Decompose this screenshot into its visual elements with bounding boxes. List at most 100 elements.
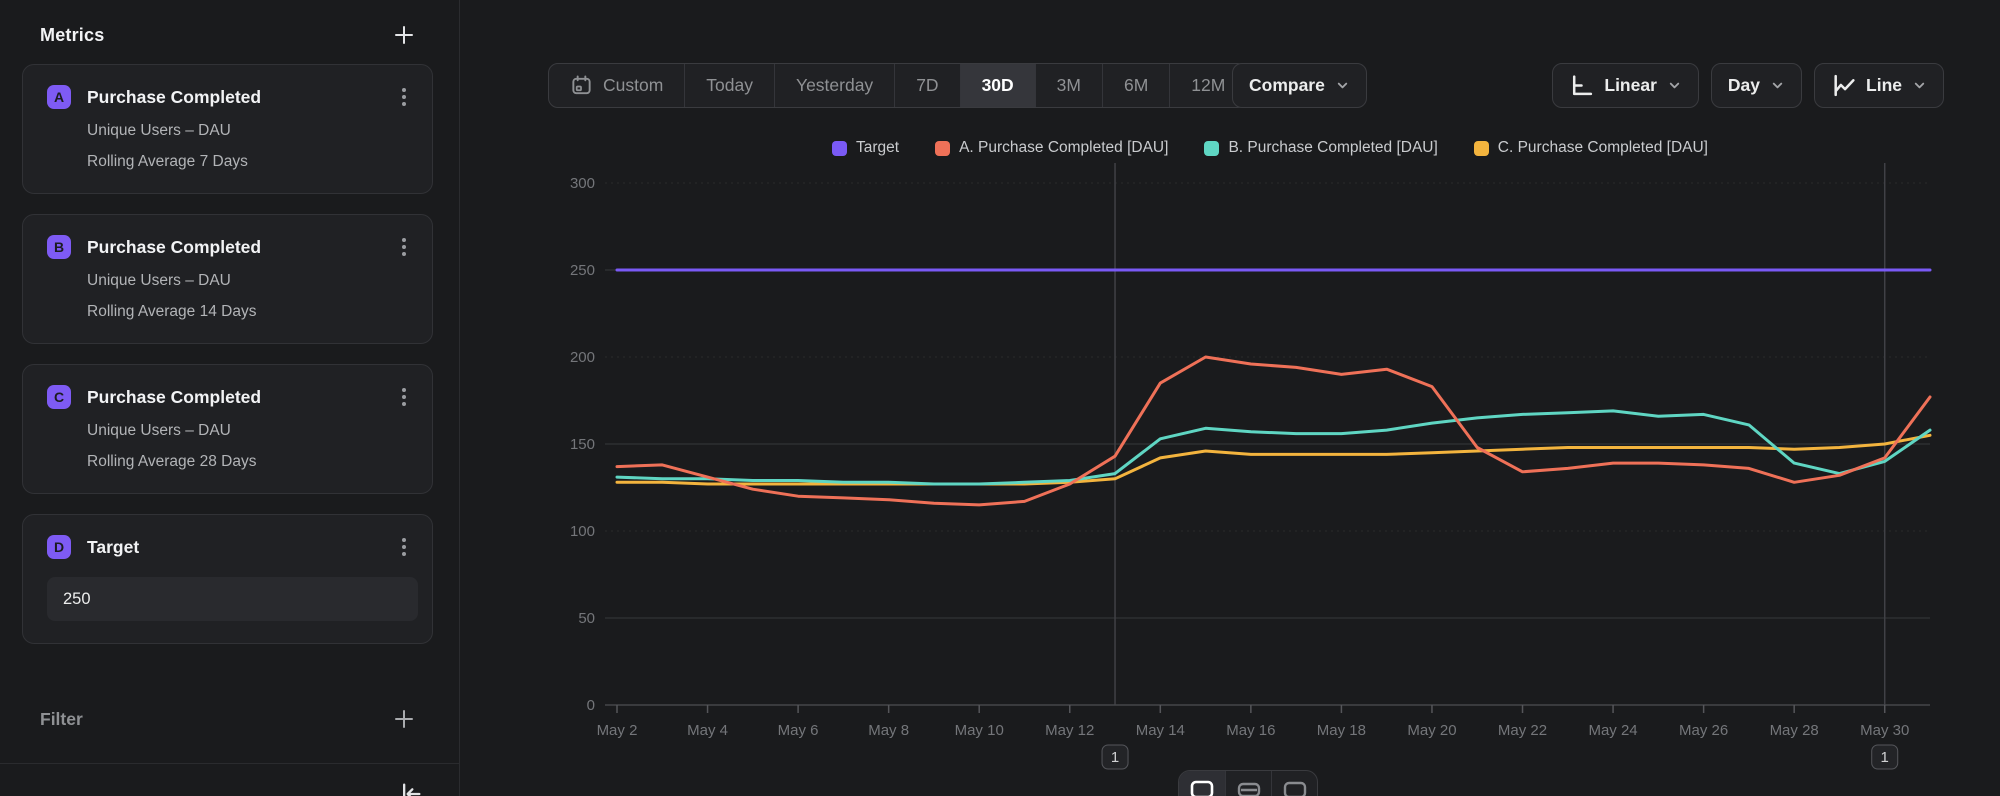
x-axis-label: May 30 — [1860, 722, 1909, 739]
metric-menu-button[interactable] — [396, 236, 412, 258]
scale-select-button[interactable]: Linear — [1552, 63, 1699, 108]
split-panel-icon — [1237, 780, 1261, 796]
metric-card-b[interactable]: B Purchase Completed Unique Users – DAU … — [22, 214, 433, 344]
chart-type-label: Line — [1866, 75, 1902, 96]
target-value-input[interactable] — [47, 577, 418, 621]
compare-button[interactable]: Compare — [1232, 63, 1367, 108]
range-label: 30D — [982, 75, 1014, 96]
x-axis-label: May 4 — [687, 722, 728, 739]
chevron-down-icon — [1912, 78, 1927, 93]
range-30d[interactable]: 30D — [960, 64, 1035, 107]
metric-menu-button[interactable] — [396, 386, 412, 408]
kebab-menu-icon — [396, 536, 412, 558]
range-label: 12M — [1191, 75, 1225, 96]
view-layout-toggles — [1178, 770, 1318, 796]
series-line-c[interactable] — [617, 435, 1930, 484]
kebab-menu-icon — [396, 236, 412, 258]
x-axis-label: May 6 — [778, 722, 819, 739]
view-table-only-button[interactable] — [1271, 771, 1317, 796]
chevron-down-icon — [1667, 78, 1682, 93]
compare-label: Compare — [1249, 75, 1325, 96]
x-axis-label: May 26 — [1679, 722, 1728, 739]
x-axis-label: May 2 — [597, 722, 638, 739]
x-axis-label: May 16 — [1226, 722, 1275, 739]
range-label: 6M — [1124, 75, 1148, 96]
y-axis-label: 150 — [570, 436, 595, 453]
range-7d[interactable]: 7D — [894, 64, 959, 107]
y-axis-label: 100 — [570, 523, 595, 540]
metric-measure: Unique Users – DAU — [87, 272, 412, 290]
metric-measure: Unique Users – DAU — [87, 422, 412, 440]
metrics-title: Metrics — [40, 25, 104, 46]
target-title: Target — [87, 537, 396, 558]
metric-transform: Rolling Average 28 Days — [87, 453, 412, 471]
metrics-sidebar: Metrics A Purchase Completed Unique User… — [0, 0, 460, 796]
y-axis-label: 250 — [570, 262, 595, 279]
collapse-sidebar-icon — [396, 780, 424, 796]
range-yesterday[interactable]: Yesterday — [774, 64, 894, 107]
filter-title: Filter — [40, 709, 83, 730]
metrics-line-chart: 05010015020025030011May 2May 4May 6May 8… — [540, 130, 2000, 796]
x-axis-label: May 28 — [1770, 722, 1819, 739]
range-3m[interactable]: 3M — [1035, 64, 1102, 107]
range-label: 7D — [916, 75, 938, 96]
add-filter-button[interactable] — [393, 708, 415, 730]
plus-icon — [393, 708, 415, 730]
metric-title: Purchase Completed — [87, 87, 396, 108]
range-custom[interactable]: Custom — [549, 64, 684, 107]
interval-select-button[interactable]: Day — [1711, 63, 1802, 108]
metric-measure: Unique Users – DAU — [87, 122, 412, 140]
plus-icon — [393, 24, 415, 46]
scale-label: Linear — [1604, 75, 1657, 96]
kebab-menu-icon — [396, 386, 412, 408]
x-axis-label: May 10 — [955, 722, 1004, 739]
metric-menu-button[interactable] — [396, 86, 412, 108]
metrics-header: Metrics — [0, 0, 459, 64]
metric-card-c[interactable]: C Purchase Completed Unique Users – DAU … — [22, 364, 433, 494]
view-chart-only-button[interactable] — [1179, 771, 1225, 796]
sidebar-divider — [0, 763, 459, 764]
interval-label: Day — [1728, 75, 1760, 96]
range-today[interactable]: Today — [684, 64, 774, 107]
chevron-down-icon — [1770, 78, 1785, 93]
chevron-down-icon — [1335, 78, 1350, 93]
metric-transform: Rolling Average 14 Days — [87, 303, 412, 321]
x-axis-label: May 24 — [1588, 722, 1637, 739]
chart-panel-icon — [1190, 780, 1214, 796]
target-card[interactable]: D Target — [22, 514, 433, 644]
calendar-icon — [570, 74, 593, 97]
x-axis-label: May 20 — [1407, 722, 1456, 739]
linear-scale-icon — [1569, 73, 1594, 98]
y-axis-label: 50 — [578, 610, 595, 627]
view-split-button[interactable] — [1225, 771, 1271, 796]
table-panel-icon — [1283, 780, 1307, 796]
y-axis-label: 0 — [587, 697, 595, 714]
annotation-badge-label: 1 — [1881, 749, 1889, 766]
metric-badge-b: B — [47, 235, 71, 259]
range-label: Yesterday — [796, 75, 873, 96]
range-label: Today — [706, 75, 753, 96]
metric-title: Purchase Completed — [87, 387, 396, 408]
collapse-sidebar-button[interactable] — [396, 780, 424, 796]
range-6m[interactable]: 6M — [1102, 64, 1169, 107]
metric-badge-d: D — [47, 535, 71, 559]
kebab-menu-icon — [396, 86, 412, 108]
metric-badge-c: C — [47, 385, 71, 409]
chart-type-select-button[interactable]: Line — [1814, 63, 1944, 108]
metric-badge-a: A — [47, 85, 71, 109]
add-metric-button[interactable] — [393, 24, 415, 46]
x-axis-label: May 18 — [1317, 722, 1366, 739]
range-label: Custom — [603, 75, 663, 96]
date-range-control: Custom Today Yesterday 7D 30D 3M 6M 12M — [548, 63, 1247, 108]
line-chart-icon — [1831, 73, 1856, 98]
x-axis-label: May 22 — [1498, 722, 1547, 739]
y-axis-label: 300 — [570, 175, 595, 192]
metric-menu-button[interactable] — [396, 536, 412, 558]
chart-controls: Linear Day Line — [1552, 63, 1944, 108]
x-axis-label: May 8 — [868, 722, 909, 739]
filter-section: Filter — [0, 690, 459, 730]
y-axis-label: 200 — [570, 349, 595, 366]
metric-card-a[interactable]: A Purchase Completed Unique Users – DAU … — [22, 64, 433, 194]
metric-transform: Rolling Average 7 Days — [87, 153, 412, 171]
x-axis-label: May 12 — [1045, 722, 1094, 739]
